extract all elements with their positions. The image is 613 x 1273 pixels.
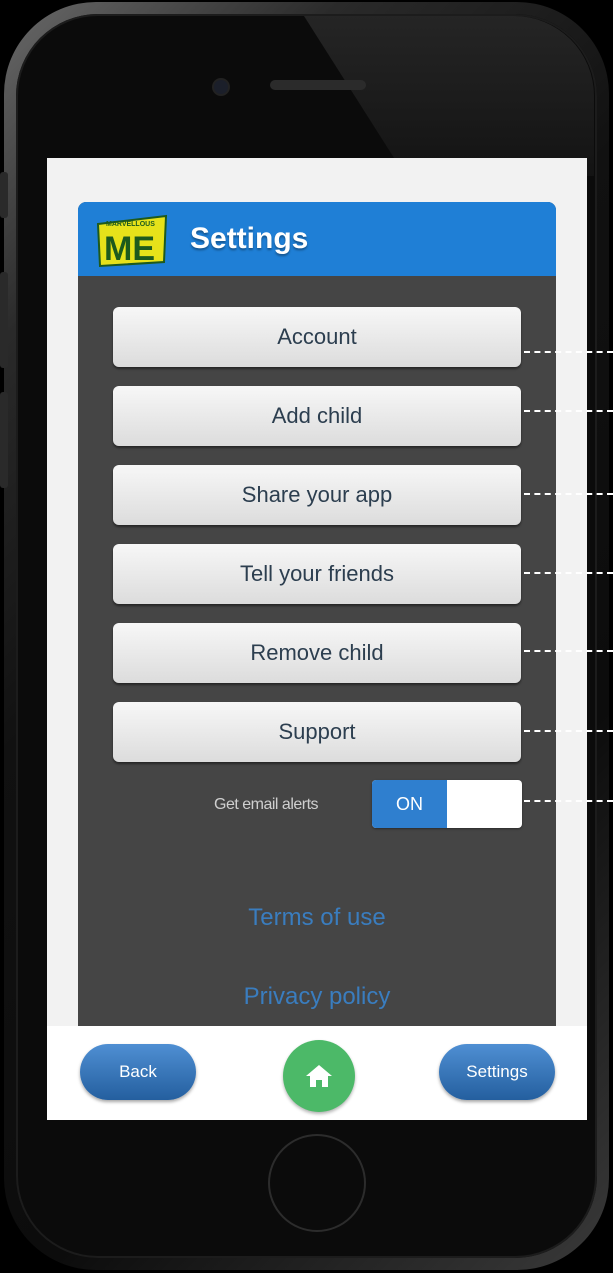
privacy-policy-link[interactable]: Privacy policy (78, 983, 556, 1011)
mute-switch (0, 172, 8, 218)
marvellous-me-logo: MARVELLOUS ME (96, 214, 168, 268)
callout-line-remove (524, 650, 613, 652)
earpiece-speaker (270, 80, 366, 90)
settings-nav-button[interactable]: Settings (439, 1044, 555, 1100)
back-button[interactable]: Back (80, 1044, 196, 1100)
callout-line-support (524, 730, 613, 732)
callout-line-friends (524, 572, 613, 574)
callout-line-share (524, 493, 613, 495)
email-alerts-toggle[interactable]: ON (372, 780, 522, 828)
page-title: Settings (190, 222, 309, 255)
terms-of-use-link[interactable]: Terms of use (78, 904, 556, 932)
front-camera (214, 80, 228, 94)
toggle-on-state: ON (372, 780, 447, 828)
email-alerts-label: Get email alerts (214, 796, 319, 813)
tell-friends-button[interactable]: Tell your friends (113, 544, 521, 604)
bottom-nav: Back Settings (47, 1026, 587, 1120)
callout-line-account (524, 351, 613, 353)
share-app-button[interactable]: Share your app (113, 465, 521, 525)
volume-up-button (0, 272, 8, 368)
account-button[interactable]: Account (113, 307, 521, 367)
svg-text:MARVELLOUS: MARVELLOUS (106, 221, 155, 228)
settings-panel: MARVELLOUS ME Settings Account Add child… (78, 202, 556, 1072)
add-child-button[interactable]: Add child (113, 386, 521, 446)
callout-line-add-child (524, 410, 613, 412)
remove-child-button[interactable]: Remove child (113, 623, 521, 683)
home-icon (306, 1065, 332, 1087)
phone-home-key[interactable] (268, 1134, 366, 1232)
volume-down-button (0, 392, 8, 488)
screen: MARVELLOUS ME Settings Account Add child… (47, 158, 587, 1120)
header: MARVELLOUS ME Settings (78, 202, 556, 276)
home-button[interactable] (283, 1040, 355, 1112)
svg-text:ME: ME (104, 230, 155, 268)
support-button[interactable]: Support (113, 702, 521, 762)
callout-line-alerts (524, 800, 613, 802)
